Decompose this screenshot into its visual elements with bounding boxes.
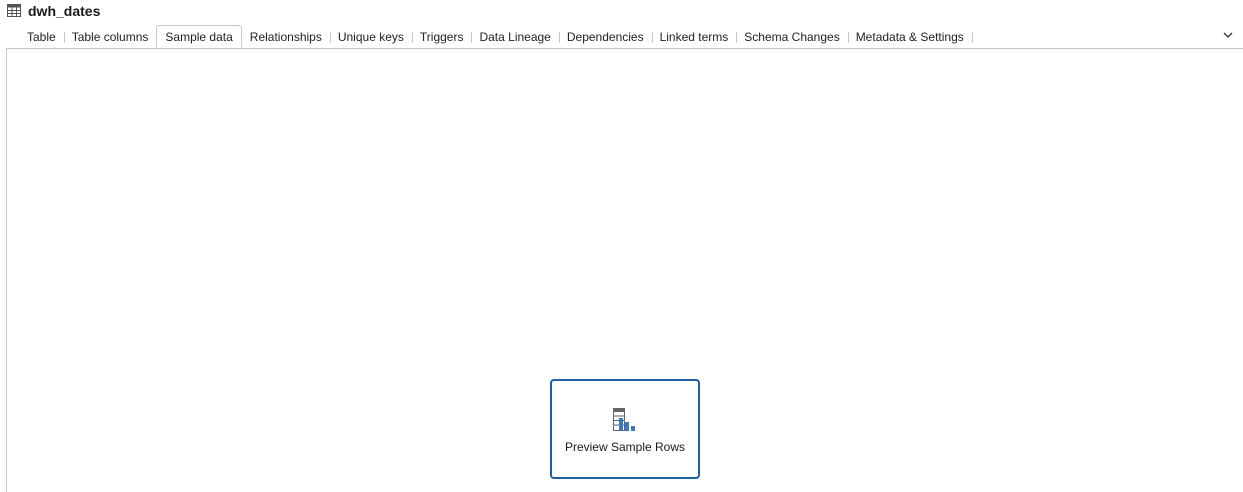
tab-bar: Table Table columns Sample data Relation… — [19, 25, 973, 48]
table-chart-icon — [613, 408, 635, 431]
tab-relationships[interactable]: Relationships — [242, 26, 330, 48]
title-bar: dwh_dates — [0, 0, 1243, 24]
tab-sample-data[interactable]: Sample data — [156, 25, 242, 48]
tab-table-columns[interactable]: Table columns — [63, 26, 157, 48]
table-grid-icon — [7, 4, 21, 17]
tab-metadata-settings[interactable]: Metadata & Settings — [847, 26, 973, 48]
tab-table[interactable]: Table — [19, 26, 64, 48]
chevron-down-icon[interactable] — [1221, 28, 1235, 42]
tab-triggers[interactable]: Triggers — [411, 26, 472, 48]
tab-unique-keys[interactable]: Unique keys — [329, 26, 412, 48]
preview-sample-rows-label: Preview Sample Rows — [564, 440, 686, 454]
tab-data-lineage[interactable]: Data Lineage — [471, 26, 558, 48]
tab-dependencies[interactable]: Dependencies — [558, 26, 652, 48]
tab-schema-changes[interactable]: Schema Changes — [736, 26, 847, 48]
preview-sample-rows-button[interactable]: Preview Sample Rows — [550, 379, 700, 479]
page-title: dwh_dates — [28, 3, 101, 19]
tab-linked-terms[interactable]: Linked terms — [651, 26, 737, 48]
